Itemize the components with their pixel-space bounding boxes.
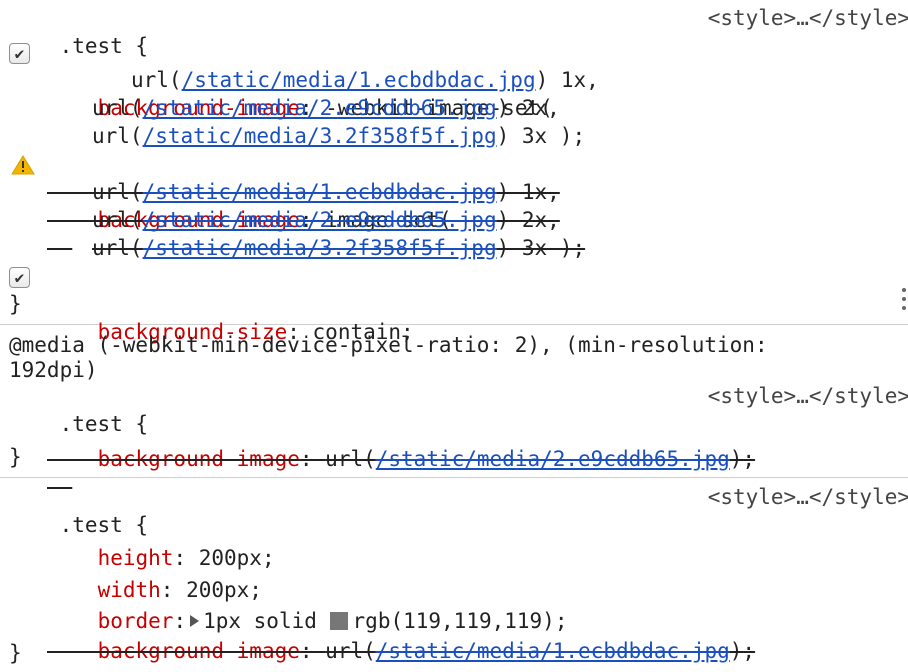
media-query-cont[interactable]: 192dpi) bbox=[0, 356, 908, 384]
warning-icon bbox=[11, 155, 35, 175]
value-line: url(/static/media/1.ecbdbdac.jpg) 1x, bbox=[131, 68, 599, 92]
value-line: url(/static/media/2.e9cddb65.jpg) 2x, bbox=[92, 208, 560, 232]
checkbox-enabled-icon[interactable]: ✔ bbox=[9, 267, 30, 288]
value-line: url(/static/media/2.e9cddb65.jpg) 2x, bbox=[92, 96, 560, 120]
source-link[interactable]: <style>…</style> bbox=[708, 483, 908, 511]
source-link[interactable]: <style>…</style> bbox=[708, 382, 908, 410]
style-rule-3: .test { <style>…</style> height: 200px; … bbox=[0, 478, 908, 665]
url-link[interactable]: /static/media/1.ecbdbdac.jpg bbox=[182, 68, 536, 92]
style-rule-media: @media (-webkit-min-device-pixel-ratio: … bbox=[0, 325, 908, 471]
declaration-image-set-invalid: background-image: image-set( bbox=[0, 150, 908, 232]
url-link[interactable]: /static/media/2.e9cddb65.jpg bbox=[143, 96, 497, 120]
source-link[interactable]: <style>…</style> bbox=[708, 4, 908, 32]
url-link[interactable]: /static/media/3.2f358f5f.jpg bbox=[143, 124, 497, 148]
rule-header: .test { <style>…</style> bbox=[0, 4, 908, 58]
declaration-overridden: background-image: url(/static/media/2.e9… bbox=[97, 447, 756, 471]
media-query[interactable]: @media (-webkit-min-device-pixel-ratio: … bbox=[0, 331, 908, 359]
declaration-overridden: background-image: url(/static/media/1.ec… bbox=[97, 639, 756, 663]
value-line: url(/static/media/3.2f358f5f.jpg) 3x ); bbox=[92, 236, 586, 260]
rule-close: } bbox=[9, 641, 22, 665]
declaration-width: width: 200px; bbox=[97, 578, 262, 602]
declaration-webkit-image-set: ✔ background-image: -webkit-image-set( bbox=[0, 38, 908, 120]
rule-close: } bbox=[9, 445, 22, 469]
value-line: url(/static/media/3.2f358f5f.jpg) 3x ); bbox=[92, 124, 586, 148]
rule-header: .test { <style>…</style> bbox=[0, 382, 908, 436]
rule-close: } bbox=[9, 292, 22, 316]
declaration-background-size: ✔ background-size: contain; bbox=[0, 262, 908, 344]
more-options-icon[interactable] bbox=[900, 285, 908, 321]
value-line: url(/static/media/1.ecbdbdac.jpg) 1x, bbox=[92, 180, 560, 204]
declaration-border: border: 1px solid rgb(119,119,119); bbox=[97, 609, 568, 633]
url-link[interactable]: /static/media/1.ecbdbdac.jpg bbox=[143, 180, 497, 204]
style-rule-1: .test { <style>…</style> ✔ background-im… bbox=[0, 0, 908, 344]
url-link[interactable]: /static/media/2.e9cddb65.jpg bbox=[143, 208, 497, 232]
rule-header: .test { <style>…</style> bbox=[0, 483, 908, 537]
url-link[interactable]: /static/media/3.2f358f5f.jpg bbox=[143, 236, 497, 260]
declaration-height: height: 200px; bbox=[97, 546, 275, 570]
checkbox-enabled-icon[interactable]: ✔ bbox=[9, 43, 30, 64]
